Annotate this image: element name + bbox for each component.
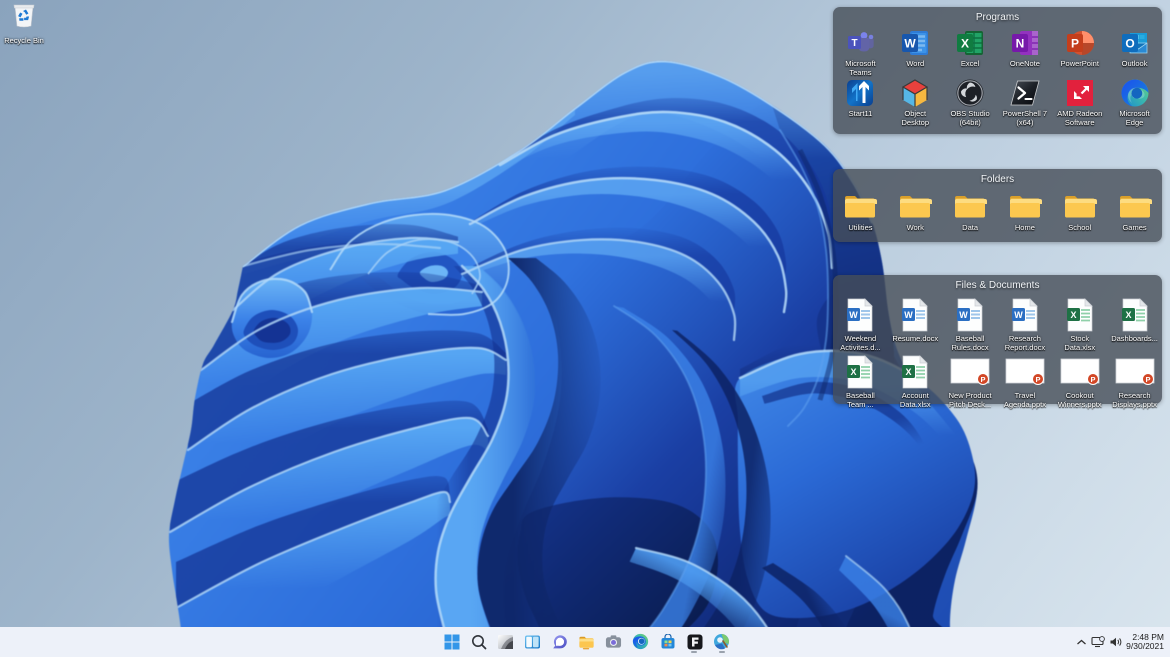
svg-text:N: N (1016, 37, 1025, 51)
svg-text:X: X (1125, 310, 1131, 320)
svg-text:P: P (1035, 375, 1040, 384)
svg-text:W: W (904, 310, 913, 320)
svg-text:P: P (1090, 375, 1095, 384)
svg-text:X: X (906, 367, 912, 377)
svg-text:W: W (1014, 310, 1023, 320)
svg-text:X: X (1070, 310, 1076, 320)
svg-text:W: W (905, 37, 917, 51)
svg-text:P: P (981, 375, 986, 384)
svg-text:X: X (961, 37, 969, 51)
svg-text:W: W (850, 310, 859, 320)
svg-text:O: O (1125, 37, 1134, 51)
svg-text:T: T (852, 38, 858, 49)
svg-text:P: P (1071, 37, 1079, 51)
svg-text:P: P (1145, 375, 1150, 384)
svg-text:X: X (851, 367, 857, 377)
svg-text:W: W (959, 310, 968, 320)
